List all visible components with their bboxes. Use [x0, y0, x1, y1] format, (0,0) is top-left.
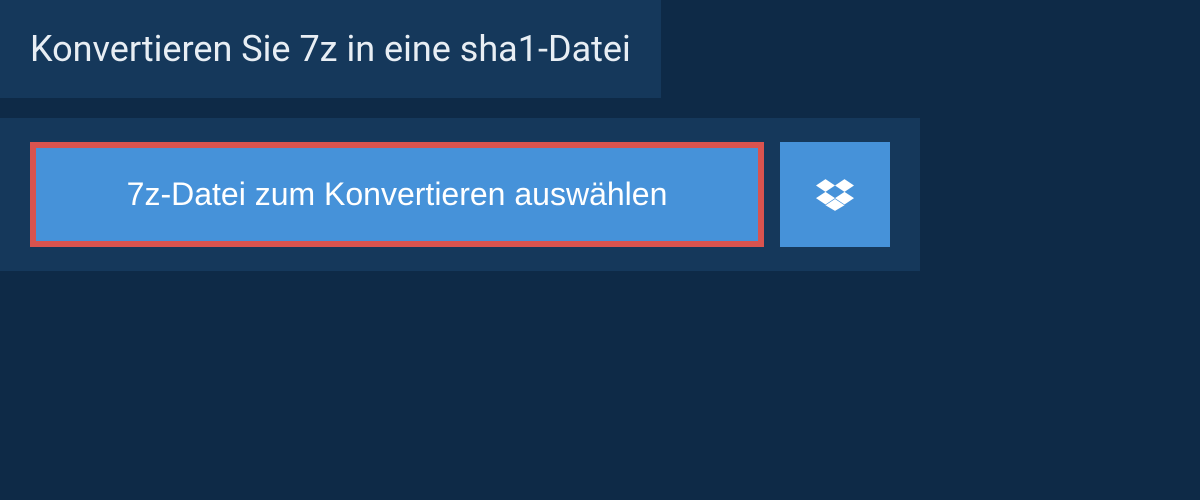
page-title: Konvertieren Sie 7z in eine sha1-Datei: [30, 28, 631, 70]
select-file-button[interactable]: 7z-Datei zum Konvertieren auswählen: [30, 142, 764, 247]
dropbox-icon: [816, 176, 854, 214]
page-header: Konvertieren Sie 7z in eine sha1-Datei: [0, 0, 661, 98]
upload-section: 7z-Datei zum Konvertieren auswählen: [0, 118, 920, 271]
select-file-label: 7z-Datei zum Konvertieren auswählen: [127, 176, 668, 213]
dropbox-button[interactable]: [780, 142, 890, 247]
